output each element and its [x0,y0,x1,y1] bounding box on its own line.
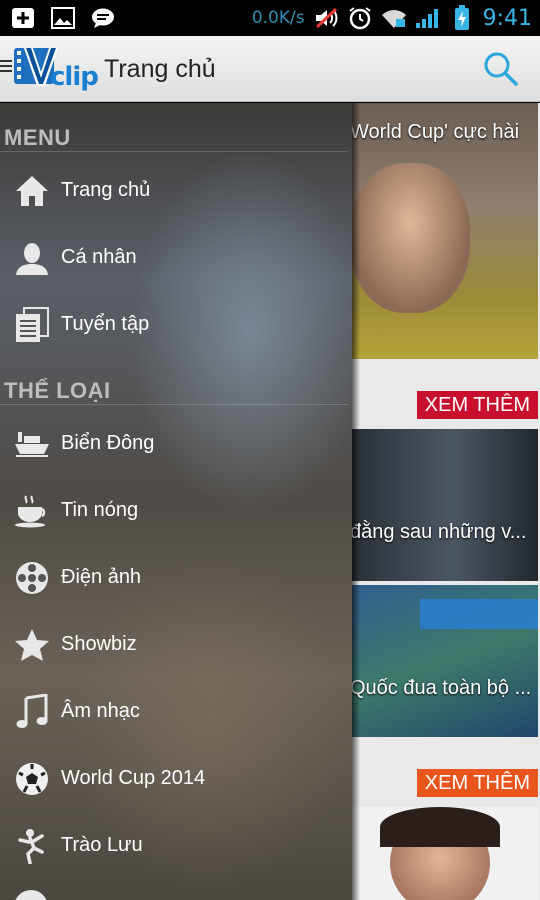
drawer-item-world-cup[interactable]: World Cup 2014 [0,745,350,812]
clock: 9:41 [482,5,532,31]
video-card[interactable]: World Cup' cực hài [350,103,538,359]
drawer-item-label: Showbiz [61,633,137,655]
drawer-item-dien-anh[interactable]: Điện ảnh [0,544,350,611]
drawer-item-label: Tin nóng [61,499,139,521]
video-title: đằng sau những v... [350,521,527,543]
image-notification-icon [50,6,76,30]
menu-section-header: MENU [4,125,71,150]
app-bar: clip Trang chủ [0,36,540,102]
see-more-button[interactable]: XEM THÊM [416,391,538,419]
drawer-item-label: Tuyển tập [61,313,150,335]
video-title: World Cup' cực hài [350,121,520,143]
star-icon [13,626,51,664]
dancer-icon [13,827,51,865]
logo-text: clip [50,62,99,92]
video-card[interactable]: Quốc đua toàn bộ ... [350,585,538,737]
drawer-item-label: Trào Lưu [61,834,143,856]
drawer-item-label: Biển Đông [61,432,155,454]
video-thumbnail [350,163,470,313]
drawer-item-label: Cá nhân [61,246,137,268]
alarm-icon [347,6,373,30]
drawer-item-collection[interactable]: Tuyển tập [0,291,350,358]
wifi-icon [381,6,407,30]
drawer-toggle-icon[interactable] [0,60,12,75]
drawer-item-bien-dong[interactable]: Biển Đông [0,410,350,477]
navigation-drawer: MENU Trang chủ Cá nhân Tuyển tập THỂ LOẠ… [0,103,352,900]
network-speed: 0.0K/s [251,8,305,28]
message-notification-icon [90,6,116,30]
drawer-item-tin-nong[interactable]: Tin nóng [0,477,350,544]
search-icon[interactable] [482,50,520,88]
drawer-item-showbiz[interactable]: Showbiz [0,611,350,678]
video-card[interactable] [350,807,538,900]
drawer-item-profile[interactable]: Cá nhân [0,224,350,291]
divider [0,151,348,152]
collection-icon [13,306,51,344]
drawer-item-home[interactable]: Trang chủ [0,157,350,224]
drawer-item-label: Trang chủ [61,179,151,201]
drawer-item-label: Điện ảnh [61,566,142,588]
coffee-icon [13,492,51,530]
ship-icon [13,425,51,463]
drawer-item-am-nhac[interactable]: Âm nhạc [0,678,350,745]
signal-icon [415,6,441,30]
soccer-ball-icon [13,760,51,798]
vclip-logo[interactable]: clip [12,42,100,96]
video-card[interactable]: đằng sau những v... [350,429,538,581]
category-section-header: THỂ LOẠI [4,378,111,403]
video-title: Quốc đua toàn bộ ... [350,677,532,699]
drawer-item-partial-icon [14,890,48,900]
person-icon [13,239,51,277]
drawer-shadow [352,103,360,900]
music-note-icon [13,693,51,731]
home-icon [13,172,51,210]
drawer-item-label: World Cup 2014 [61,767,206,789]
video-thumbnail [420,599,538,629]
battery-charging-icon [449,5,475,30]
page-title: Trang chủ [104,55,216,83]
see-more-button[interactable]: XEM THÊM [416,769,538,797]
divider [0,404,348,405]
drawer-item-trao-luu[interactable]: Trào Lưu [0,812,350,879]
add-notification-icon [10,6,36,30]
status-bar: 0.0K/s 9:41 [0,0,540,36]
film-reel-icon [13,559,51,597]
drawer-item-label: Âm nhạc [61,700,140,722]
mute-icon [313,6,339,30]
